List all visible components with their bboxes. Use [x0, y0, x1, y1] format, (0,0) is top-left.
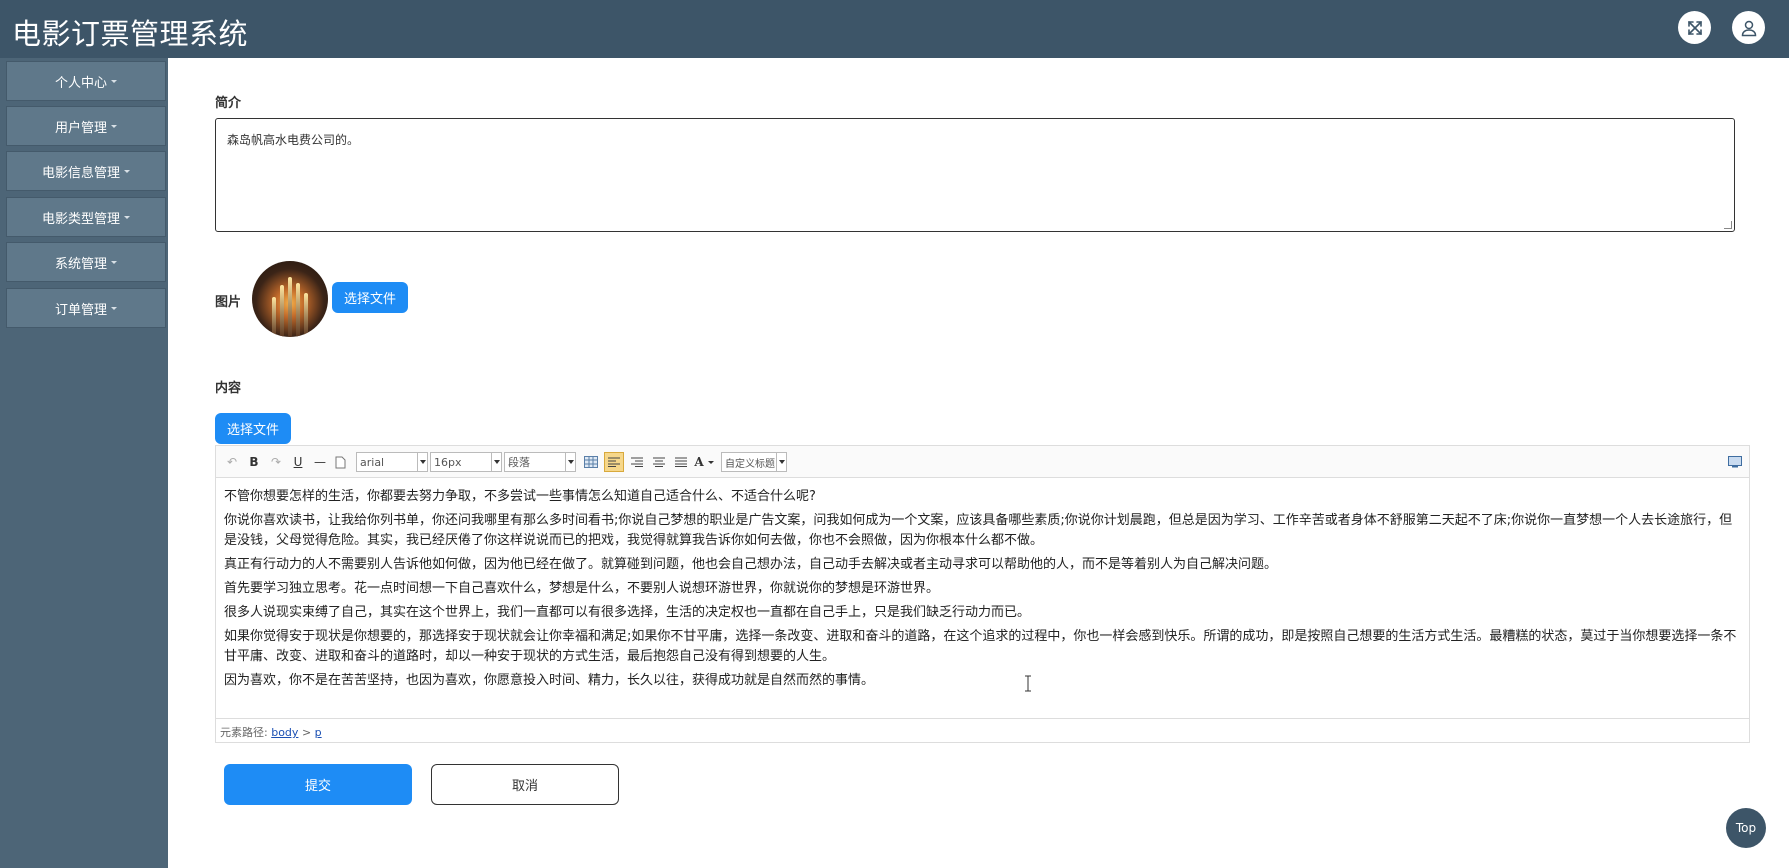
resize-handle[interactable] [1724, 221, 1732, 229]
font-size-value: 16px [434, 455, 462, 469]
cancel-button[interactable]: 取消 [431, 764, 619, 805]
content-paragraph: 首先要学习独立思考。花一点时间想一下自己喜欢什么，梦想是什么，不要别人说想环游世… [224, 581, 940, 596]
horizontal-rule-icon[interactable]: — [312, 452, 328, 472]
user-menu-button[interactable] [1732, 11, 1765, 44]
custom-title-value: 自定义标题 [725, 458, 775, 470]
undo-icon[interactable]: ↶ [224, 452, 240, 472]
chevron-down-icon [111, 306, 117, 310]
content-paragraph: 如果你觉得安于现状是你想要的，那选择安于现状就会让你幸福和满足;如果你不甘平庸，… [224, 629, 1737, 664]
clear-format-icon[interactable] [332, 452, 348, 472]
user-icon [1741, 20, 1756, 36]
image-label: 图片 [215, 295, 242, 310]
align-left-icon[interactable] [604, 452, 624, 472]
chevron-down-icon [111, 124, 117, 128]
chevron-down-icon [124, 215, 130, 219]
top-header: 电影订票管理系统 [0, 0, 1789, 58]
fullscreen-icon [1687, 20, 1702, 35]
intro-value: 森岛帆高水电费公司的。 [227, 133, 360, 147]
underline-button[interactable]: U [290, 452, 306, 472]
editor-toolbar: ↶ B ↷ U — arial 16px 段落 A 自定义标题 [216, 446, 1749, 478]
custom-title-select[interactable]: 自定义标题 [721, 452, 787, 472]
sidebar-item-movie-type[interactable]: 电影类型管理 [6, 197, 166, 237]
redo-icon[interactable]: ↷ [268, 452, 284, 472]
font-color-button[interactable]: A [694, 452, 714, 472]
content-paragraph: 你说你喜欢读书，让我给你列书单，你还问我哪里有那么多时间看书;你说自己梦想的职业… [224, 513, 1733, 548]
text-cursor-icon [1025, 675, 1031, 692]
paragraph-select[interactable]: 段落 [504, 452, 576, 472]
chevron-down-icon [707, 460, 714, 464]
align-right-icon[interactable] [627, 452, 647, 472]
font-family-value: arial [360, 455, 385, 469]
font-size-select[interactable]: 16px [430, 452, 502, 472]
fullscreen-button[interactable] [1678, 11, 1711, 44]
sidebar-item-personal-center[interactable]: 个人中心 [6, 61, 166, 101]
paragraph-value: 段落 [508, 456, 530, 469]
intro-textarea[interactable]: 森岛帆高水电费公司的。 [215, 118, 1735, 232]
app-title: 电影订票管理系统 [12, 17, 249, 51]
content-paragraph: 因为喜欢，你不是在苦苦坚持，也因为喜欢，你愿意投入时间、精力，长久以往，获得成功… [224, 673, 875, 688]
bold-button[interactable]: B [246, 452, 262, 472]
sidebar-item-label: 电影信息管理 [41, 165, 120, 181]
content-paragraph: 很多人说现实束缚了自己，其实在这个世界上，我们一直都可以有很多选择，生活的决定权… [224, 605, 1031, 620]
back-to-top-button[interactable]: Top [1726, 808, 1766, 848]
submit-button[interactable]: 提交 [224, 764, 412, 805]
sidebar-item-movie-info[interactable]: 电影信息管理 [6, 151, 166, 191]
sidebar-item-label: 订单管理 [54, 302, 107, 318]
content-paragraph: 不管你想要怎样的生活，你都要去努力争取，不多尝试一些事情怎么知道自己适合什么、不… [224, 489, 816, 504]
movie-image-thumbnail [252, 261, 328, 337]
chevron-down-icon [124, 169, 130, 173]
element-path-label: 元素路径: [220, 726, 268, 739]
chevron-down-icon [111, 79, 117, 83]
intro-label: 简介 [215, 96, 242, 111]
path-link-p[interactable]: p [315, 726, 322, 739]
align-justify-icon[interactable] [671, 452, 691, 472]
content-choose-file-button[interactable]: 选择文件 [215, 413, 291, 444]
sidebar: 个人中心 用户管理 电影信息管理 电影类型管理 系统管理 订单管理 [0, 58, 168, 868]
content-label: 内容 [215, 381, 242, 396]
sidebar-item-label: 电影类型管理 [41, 211, 120, 227]
path-separator: > [301, 726, 312, 739]
content-paragraph: 真正有行动力的人不需要别人告诉他如何做，因为他已经在做了。就算碰到问题，他也会自… [224, 557, 1278, 572]
sidebar-item-label: 用户管理 [54, 120, 107, 136]
sidebar-item-user-management[interactable]: 用户管理 [6, 106, 166, 146]
main-form: 简介 森岛帆高水电费公司的。 图片 选择文件 内容 选择文件 ↶ B ↷ U —… [168, 58, 1789, 868]
editor-content[interactable]: 不管你想要怎样的生活，你都要去努力争取，不多尝试一些事情怎么知道自己适合什么、不… [216, 479, 1749, 715]
font-family-select[interactable]: arial [356, 452, 428, 472]
sidebar-item-label: 个人中心 [54, 75, 107, 91]
sidebar-item-orders[interactable]: 订单管理 [6, 288, 166, 328]
fullscreen-editor-icon[interactable] [1726, 452, 1744, 472]
image-choose-file-button[interactable]: 选择文件 [332, 282, 408, 313]
path-link-body[interactable]: body [271, 726, 298, 739]
table-icon[interactable] [582, 452, 600, 472]
font-color-label: A [694, 455, 704, 469]
element-path-bar: 元素路径: body > p [216, 718, 1749, 742]
chevron-down-icon [111, 260, 117, 264]
align-center-icon[interactable] [649, 452, 669, 472]
rich-text-editor: ↶ B ↷ U — arial 16px 段落 A 自定义标题 不管你想要怎样的… [215, 445, 1750, 743]
sidebar-item-system[interactable]: 系统管理 [6, 242, 166, 282]
sidebar-item-label: 系统管理 [54, 256, 107, 272]
